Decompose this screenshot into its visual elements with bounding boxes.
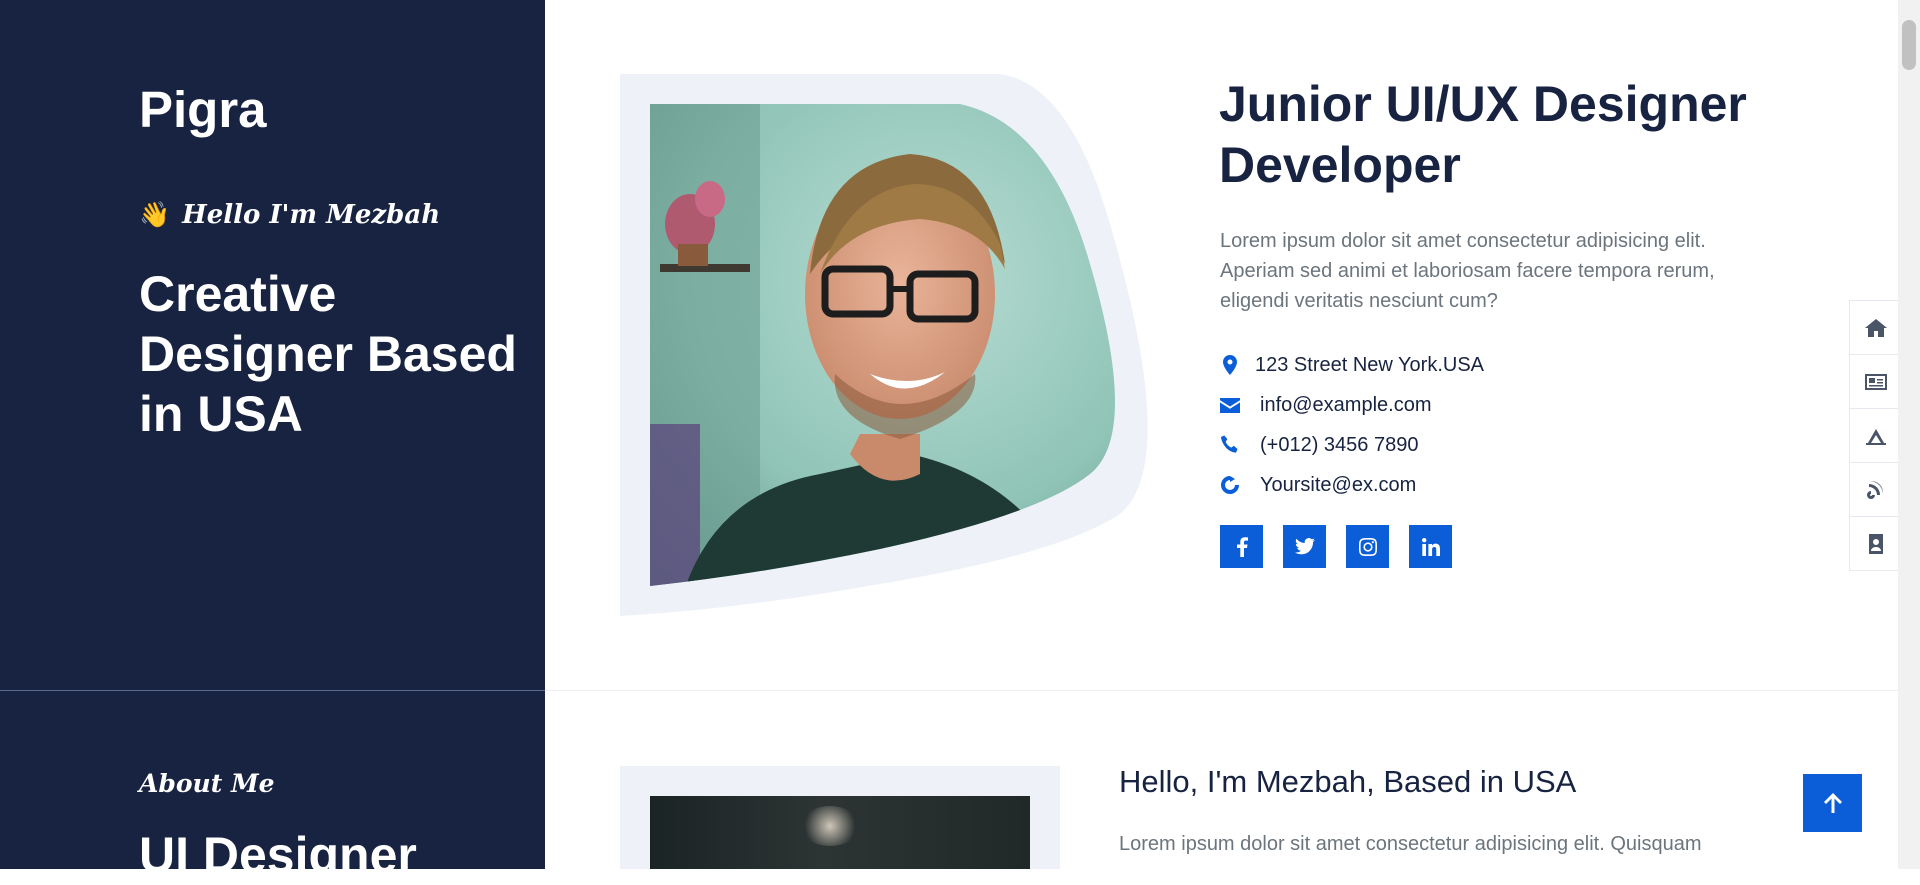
- about-title: UI Designer: [139, 827, 417, 883]
- arrow-up-icon: [1823, 793, 1842, 813]
- contact-website[interactable]: Yoursite@ex.com: [1219, 465, 1484, 505]
- about-photo-frame: [620, 766, 1060, 869]
- contact-website-text[interactable]: Yoursite@ex.com: [1260, 474, 1416, 497]
- contact-email-text[interactable]: info@example.com: [1260, 394, 1431, 417]
- about-kicker: About Me: [139, 769, 275, 798]
- twitter-icon: [1294, 538, 1315, 555]
- contact-phone[interactable]: (+012) 3456 7890: [1219, 425, 1484, 465]
- job-title: Junior UI/UX Designer Developer: [1219, 76, 1747, 193]
- contact-list: 123 Street New York.USA info@example.com…: [1219, 345, 1484, 505]
- greeting: 👋 Hello I'm Mezbah: [139, 200, 440, 230]
- linkedin-icon: [1421, 537, 1440, 556]
- waving-hand-icon: 👋: [139, 200, 171, 229]
- twitter-button[interactable]: [1283, 525, 1326, 568]
- scrollbar-thumb[interactable]: [1902, 20, 1916, 70]
- phone-icon: [1219, 434, 1241, 456]
- brand-logo[interactable]: Pigra: [139, 80, 267, 139]
- contact-address-text: 123 Street New York.USA: [1255, 353, 1485, 376]
- nav-blog[interactable]: [1850, 463, 1902, 517]
- home-icon: [1865, 318, 1887, 337]
- side-nav: [1849, 300, 1903, 571]
- facebook-button[interactable]: [1220, 525, 1263, 568]
- hero-photo-frame: [620, 74, 1160, 616]
- about-text: Lorem ipsum dolor sit amet consectetur a…: [1119, 833, 1702, 855]
- services-icon: [1866, 428, 1886, 445]
- nav-home[interactable]: [1850, 301, 1902, 355]
- hero-headline: Creative Designer Based in USA: [139, 266, 517, 442]
- blog-icon: [1867, 480, 1883, 499]
- map-marker-icon: [1219, 354, 1241, 376]
- envelope-icon: [1219, 394, 1241, 416]
- linkedin-button[interactable]: [1409, 525, 1452, 568]
- instagram-icon: [1358, 537, 1377, 556]
- greeting-text: Hello I'm Mezbah: [182, 200, 441, 230]
- facebook-icon: [1236, 536, 1248, 557]
- id-card-icon: [1865, 373, 1887, 390]
- contact-email[interactable]: info@example.com: [1219, 385, 1484, 425]
- page-scrollbar[interactable]: [1898, 0, 1920, 869]
- contact-address: 123 Street New York.USA: [1219, 345, 1484, 385]
- about-photo: [650, 796, 1030, 869]
- hero-photo: [620, 74, 1148, 616]
- instagram-button[interactable]: [1346, 525, 1389, 568]
- contact-book-icon: [1869, 533, 1883, 554]
- nav-contact[interactable]: [1850, 517, 1902, 570]
- back-to-top-button[interactable]: [1803, 774, 1862, 832]
- about-heading: Hello, I'm Mezbah, Based in USA: [1119, 764, 1577, 799]
- section-divider-left: [0, 690, 545, 691]
- social-links: [1220, 525, 1452, 568]
- contact-phone-text[interactable]: (+012) 3456 7890: [1260, 434, 1418, 457]
- globe-icon: [1219, 474, 1241, 496]
- nav-services[interactable]: [1850, 409, 1902, 463]
- hero-intro: Lorem ipsum dolor sit amet consectetur a…: [1220, 230, 1715, 312]
- nav-about[interactable]: [1850, 355, 1902, 409]
- section-divider-right: [545, 690, 1900, 691]
